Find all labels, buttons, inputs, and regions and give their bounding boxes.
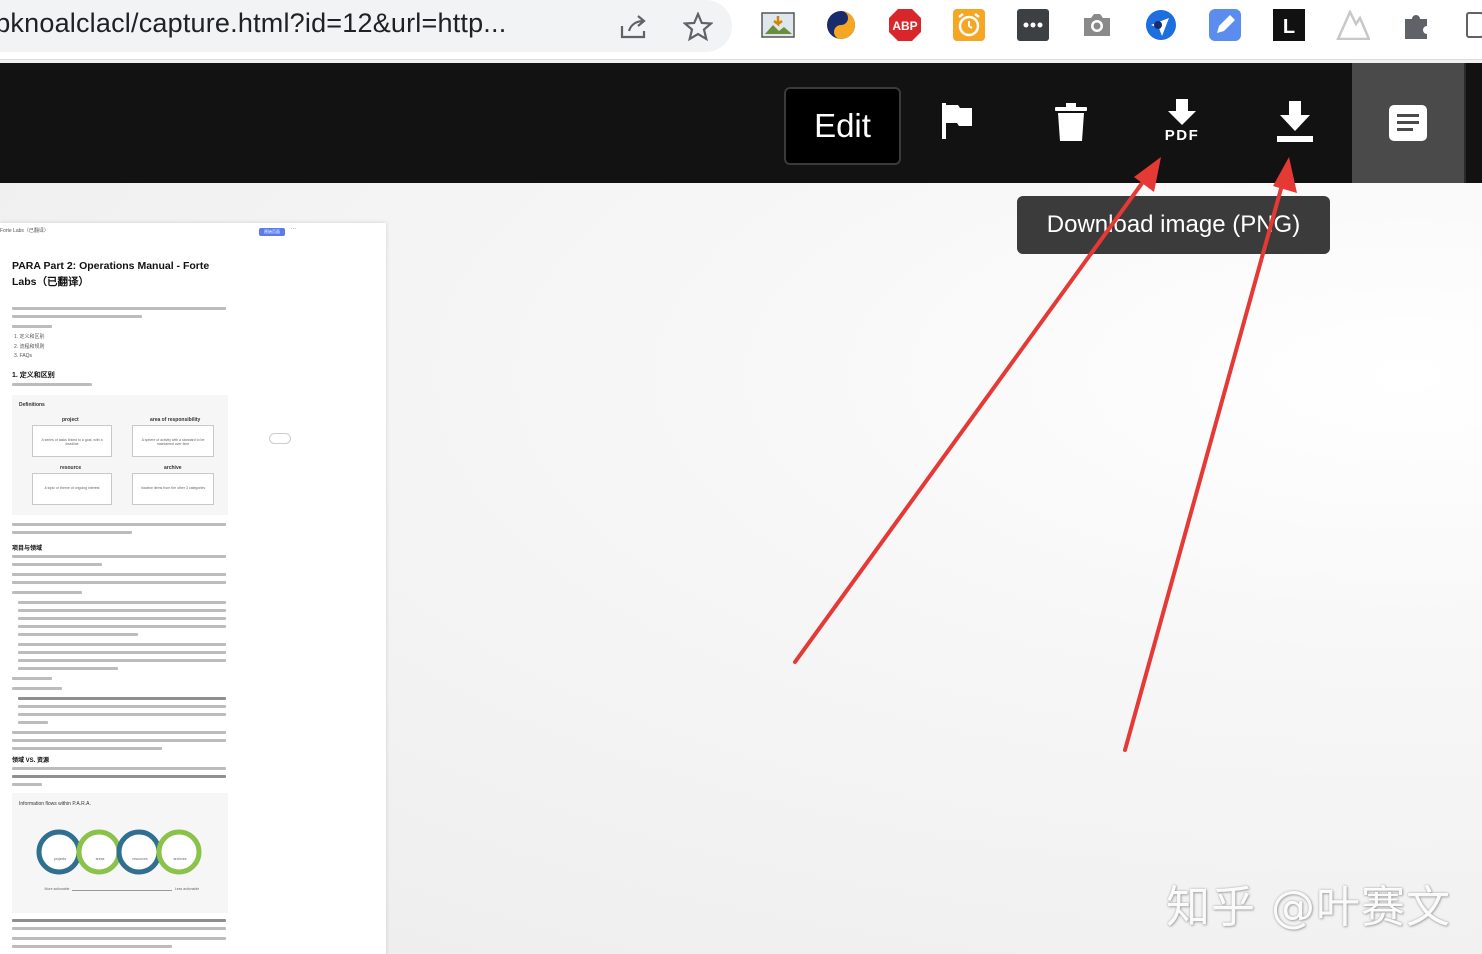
arrow-to-pdf [793, 157, 1161, 664]
arrow-to-png [1123, 157, 1297, 752]
annotation-arrows [793, 157, 1297, 752]
